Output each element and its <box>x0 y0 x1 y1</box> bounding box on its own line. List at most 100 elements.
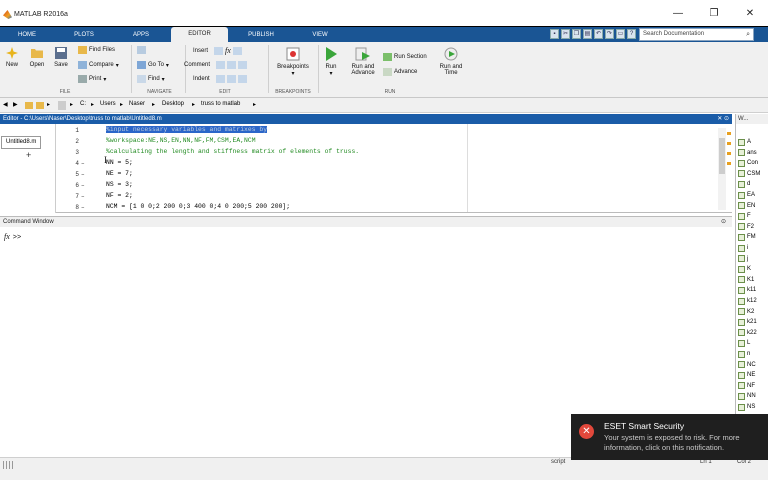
workspace-variable[interactable]: k11 <box>738 285 768 295</box>
back-arrow-icon[interactable]: ◀ <box>3 101 8 108</box>
editor-vertical-scrollbar[interactable] <box>718 128 726 210</box>
redo-quick-icon[interactable]: ↷ <box>605 29 614 39</box>
code-line[interactable]: %workspace:NE,NS,EN,NN,NF,FM,CSM,EA,NCM <box>106 137 256 144</box>
new-button[interactable]: New <box>3 46 21 68</box>
tab-publish[interactable]: PUBLISH <box>236 28 286 42</box>
editor-menu-icon[interactable]: ✕ ⊙ <box>717 114 729 124</box>
tab-home[interactable]: HOME <box>4 28 50 42</box>
path-segment-desktop[interactable]: Desktop <box>162 101 184 107</box>
save-quick-icon[interactable]: ▪ <box>550 29 559 39</box>
find-files-button[interactable]: Find Files <box>78 46 115 54</box>
compare-button[interactable]: Compare ▾ <box>78 61 119 69</box>
code-line[interactable]: NF = 2; <box>106 192 133 199</box>
search-documentation-input[interactable]: Search Documentation ⌕ <box>639 28 754 41</box>
run-button[interactable]: Run ▾ <box>321 46 341 77</box>
comment-button[interactable]: Comment <box>184 61 248 69</box>
workspace-variable[interactable]: F2 <box>738 222 768 232</box>
code-line[interactable]: NCM = [1 0 0;2 200 0;3 400 0;4 0 200;5 2… <box>106 203 290 210</box>
increase-indent-icon[interactable] <box>226 75 236 83</box>
workspace-variable[interactable]: A <box>738 137 768 147</box>
tab-apps[interactable]: APPS <box>116 28 166 42</box>
workspace-variable[interactable]: NN <box>738 391 768 401</box>
workspace-variable[interactable]: k21 <box>738 317 768 327</box>
workspace-variable[interactable]: K1 <box>738 275 768 285</box>
executable-line-marker[interactable]: – <box>81 193 85 200</box>
executable-line-marker[interactable]: – <box>81 182 85 189</box>
indent-button[interactable]: Indent <box>193 75 247 83</box>
workspace-variable[interactable]: n <box>738 349 768 359</box>
path-dropdown-icon[interactable]: ▸ <box>253 101 256 108</box>
executable-line-marker[interactable]: – <box>81 204 85 211</box>
workspace-variable[interactable]: EN <box>738 201 768 211</box>
folder-up-icon[interactable] <box>25 102 33 109</box>
switch-windows-icon[interactable]: ▭ <box>616 29 625 39</box>
tab-editor[interactable]: EDITOR <box>171 27 228 42</box>
run-and-advance-button[interactable]: Run and Advance <box>346 46 380 76</box>
path-segment-drive[interactable]: C: <box>80 101 86 107</box>
back-nav-icon[interactable] <box>137 46 146 54</box>
executable-line-marker[interactable]: – <box>81 160 85 167</box>
save-button[interactable]: Save <box>52 46 70 68</box>
run-section-button[interactable]: Run Section <box>383 53 427 61</box>
close-button[interactable]: ✕ <box>732 8 768 19</box>
workspace-variable[interactable]: ans <box>738 148 768 158</box>
eset-notification[interactable]: ✕ ESET Smart Security Your system is exp… <box>571 414 768 460</box>
code-line[interactable]: NN = 5; <box>106 159 133 166</box>
path-segment-folder[interactable]: truss to matlab <box>201 101 240 107</box>
new-tab-plus-icon[interactable]: + <box>26 150 31 160</box>
print-button[interactable]: Print ▾ <box>78 75 106 83</box>
breakpoints-button[interactable]: Breakpoints ▾ <box>272 46 314 77</box>
insert-dropdown-icon[interactable] <box>232 46 242 55</box>
command-prompt[interactable]: fx >> <box>4 232 21 242</box>
cut-quick-icon[interactable]: ✂ <box>561 29 570 39</box>
minimize-button[interactable]: — <box>660 8 696 19</box>
run-and-time-button[interactable]: Run and Time <box>436 46 466 76</box>
executable-line-marker[interactable]: – <box>81 171 85 178</box>
fx-icon[interactable]: fx <box>4 232 10 241</box>
uncomment-icon[interactable] <box>227 61 237 69</box>
code-line[interactable]: %calculating the length and stiffness ma… <box>106 148 359 155</box>
workspace-variable[interactable]: K <box>738 264 768 274</box>
forward-nav-icon[interactable]: ▸ <box>47 101 50 108</box>
workspace-variable[interactable]: NC <box>738 360 768 370</box>
wrap-comments-icon[interactable] <box>238 61 248 69</box>
undo-quick-icon[interactable]: ↶ <box>594 29 603 39</box>
workspace-variable[interactable]: K2 <box>738 307 768 317</box>
code-line[interactable]: NS = 3; <box>106 181 133 188</box>
workspace-variable[interactable]: k12 <box>738 296 768 306</box>
workspace-variable[interactable]: NS <box>738 402 768 412</box>
workspace-variable[interactable]: NF <box>738 381 768 391</box>
workspace-variable[interactable]: i <box>738 243 768 253</box>
tab-plots[interactable]: PLOTS <box>60 28 108 42</box>
path-segment-users[interactable]: Users <box>100 101 116 107</box>
scroll-thumb[interactable] <box>719 138 725 174</box>
workspace-variable[interactable]: d <box>738 179 768 189</box>
advance-button[interactable]: Advance <box>383 68 417 76</box>
workspace-variable[interactable]: EA <box>738 190 768 200</box>
insert-button[interactable]: Insert fx <box>193 46 242 55</box>
workspace-variable[interactable]: F <box>738 211 768 221</box>
go-to-button[interactable]: Go To ▾ <box>137 61 169 69</box>
browse-folder-icon[interactable] <box>36 102 44 109</box>
code-line[interactable]: NE = 7; <box>106 170 133 177</box>
maximize-button[interactable]: ❐ <box>696 8 732 19</box>
workspace-variable[interactable]: NE <box>738 370 768 380</box>
path-segment-naser[interactable]: Naser <box>129 101 145 107</box>
find-button[interactable]: Find ▾ <box>137 75 165 83</box>
copy-quick-icon[interactable]: ❐ <box>572 29 581 39</box>
tab-view[interactable]: VIEW <box>296 28 344 42</box>
workspace-variable[interactable]: Con <box>738 158 768 168</box>
help-quick-icon[interactable]: ? <box>627 29 636 39</box>
workspace-variable[interactable]: L <box>738 338 768 348</box>
paste-quick-icon[interactable]: ▤ <box>583 29 592 39</box>
editor-pane[interactable]: Untitled8.m + 1 %input necessary variable… <box>0 124 732 213</box>
decrease-indent-icon[interactable] <box>237 75 247 83</box>
workspace-variable[interactable]: k22 <box>738 328 768 338</box>
workspace-variable[interactable]: CSM <box>738 169 768 179</box>
workspace-variable[interactable]: FM <box>738 232 768 242</box>
code-line[interactable]: %input necessary variables and matrixes … <box>106 126 268 133</box>
fx-insert-icon[interactable]: fx <box>225 46 231 55</box>
tab-untitled8[interactable]: Untitled8.m <box>1 136 41 149</box>
workspace-variable[interactable]: j <box>738 254 768 264</box>
open-button[interactable]: Open <box>27 46 47 68</box>
